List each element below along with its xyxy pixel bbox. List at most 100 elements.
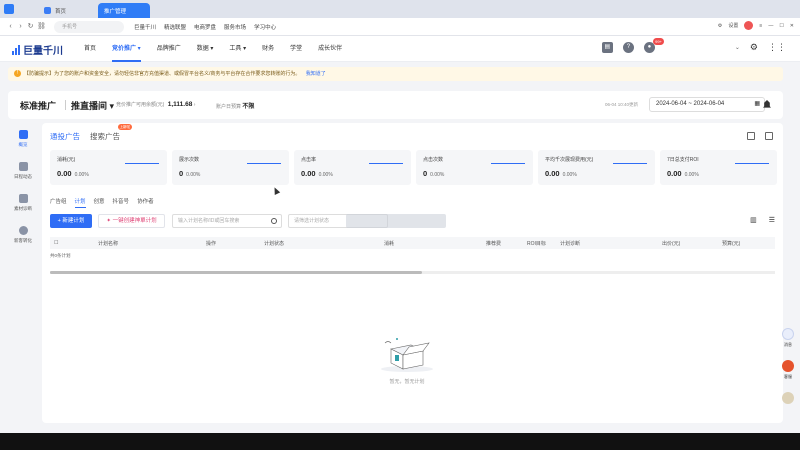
bookmark-item[interactable]: 巨量千川 (134, 23, 156, 31)
balance-info: 竞价推广可用余额(元) 1,111.68 › (116, 101, 195, 108)
fullscreen-icon[interactable] (765, 132, 773, 140)
maximize-icon[interactable]: ☐ (779, 23, 783, 29)
metric-card-cpm[interactable]: 平均千次展现费用(元) 0.00 0.00% (538, 150, 655, 185)
th-budget[interactable]: 预算(元) (722, 240, 740, 247)
float-service-button[interactable]: 客服 (780, 360, 796, 386)
notice-dismiss-link[interactable]: 我知道了 (306, 71, 326, 77)
settings-sliders-icon[interactable] (747, 132, 755, 140)
tab-label: 推广管理 (104, 8, 127, 15)
browser-tab-ad-management[interactable]: 推广管理 (98, 3, 150, 18)
help-icon[interactable]: ? (622, 42, 634, 53)
forward-icon[interactable]: › (16, 22, 25, 31)
menu-icon[interactable]: ≡ (759, 23, 762, 29)
float-message-button[interactable]: 消息 (780, 328, 796, 354)
main-panel: 通投广告 搜索广告 上新啦 消耗(元) 0.00 0.00% 展示次数 0 0.00… (42, 123, 783, 423)
th-plan-diagnosis[interactable]: 计划诊断 (560, 240, 580, 247)
menu-item-growth-partner[interactable]: 成长伙伴 (310, 36, 350, 62)
menu-item-academy[interactable]: 学堂 (282, 36, 310, 62)
reload-icon[interactable]: ↻ (26, 22, 35, 31)
sidebar-item-schedule[interactable]: 日程动态 (8, 157, 38, 189)
panel-icons (747, 132, 773, 140)
metric-pct: 0.00% (430, 172, 445, 178)
bookmark-bar: 巨量千川 精选联盟 电商罗盘 服务市场 学习中心 (134, 23, 276, 31)
tab-douyin-account[interactable]: 抖音号 (113, 197, 130, 205)
sidebar-item-material-diagnosis[interactable]: 素材诊断 (8, 189, 38, 221)
metric-card-clicks[interactable]: 点击次数 0 0.00% (416, 150, 533, 185)
bookmark-item[interactable]: 学习中心 (254, 23, 276, 31)
browser-logo-icon (4, 4, 14, 14)
bookmark-item[interactable]: 服务市场 (224, 23, 246, 31)
promotion-type-dropdown[interactable]: 推直播间 ▾ (71, 99, 114, 112)
horizontal-scrollbar[interactable] (50, 270, 775, 275)
tab-plan[interactable]: 计划 (74, 197, 86, 208)
settings-label[interactable]: 设置 (728, 22, 738, 29)
settings-icon[interactable]: ⚙ (718, 23, 722, 29)
calculator-icon[interactable]: ▤ (601, 42, 613, 53)
th-plan-name[interactable]: 计划名称 (98, 240, 118, 247)
tab-collaborator[interactable]: 协作者 (137, 197, 154, 205)
profile-icon[interactable] (744, 21, 754, 30)
select-all-checkbox[interactable]: ☐ (54, 240, 58, 246)
sidebar-item-overview[interactable]: 概览 (8, 125, 38, 157)
date-end[interactable]: 2024-06-04 (694, 101, 725, 107)
menu-item-tools[interactable]: 工具 ▾ (221, 36, 254, 62)
th-plan-status[interactable]: 计划状态 (264, 240, 284, 247)
notice-text: 【防骗提示】为了您的账户和资金安全，请勿轻信非官方充值渠道、或假冒平台名义/商务… (24, 71, 301, 77)
sparkline (613, 163, 647, 164)
plan-search-input[interactable]: 输入计划名称/ID或回车搜索 (172, 214, 282, 228)
link-icon[interactable]: ⛓ (37, 22, 46, 31)
float-assistant-button[interactable] (780, 392, 796, 418)
table-settings-icon[interactable]: ☰ (769, 216, 775, 224)
menu-item-home[interactable]: 首页 (76, 36, 104, 62)
th-roi-target[interactable]: ROI目标 (527, 240, 546, 247)
message-icon (782, 328, 794, 340)
close-icon[interactable]: ✕ (790, 23, 794, 29)
chevron-right-icon[interactable]: › (194, 102, 196, 108)
sidebar-item-new-customer[interactable]: 新客转化 (8, 221, 38, 253)
th-recommend[interactable]: 推荐费 (486, 240, 501, 247)
bookmark-item[interactable]: 电商罗盘 (194, 23, 216, 31)
notification-icon[interactable]: ● 99+ (643, 38, 664, 53)
columns-icon[interactable]: ▥ (750, 216, 757, 224)
tab-general-ads[interactable]: 通投广告 (50, 131, 80, 142)
th-cost[interactable]: 消耗 (384, 240, 394, 247)
menu-item-data[interactable]: 数据 ▾ (189, 36, 222, 62)
menu-item-bidding-promotion[interactable]: 竞价推广 ▾ (104, 36, 149, 62)
tab-creative[interactable]: 创意 (94, 197, 105, 205)
date-start[interactable]: 2024-06-04 (656, 101, 687, 107)
minimize-icon[interactable]: — (768, 23, 773, 29)
new-badge: 上新啦 (117, 124, 132, 130)
th-bid[interactable]: 出价(元) (662, 240, 680, 247)
menu-item-finance[interactable]: 财务 (254, 36, 282, 62)
back-icon[interactable]: ‹ (6, 22, 15, 31)
budget-value[interactable]: 不限 (242, 104, 254, 110)
metric-pct: 0.00% (318, 172, 333, 178)
gear-icon[interactable]: ⚙ (750, 42, 758, 53)
metric-label: 消耗(元) (57, 157, 76, 163)
refresh-timestamp[interactable]: 06-04 10:40更新 (605, 102, 638, 108)
search-icon[interactable] (271, 218, 277, 224)
empty-box-illustration (377, 333, 437, 373)
balance-label: 竞价推广可用余额(元) (116, 102, 165, 108)
metric-card-ctr[interactable]: 点击率 0.00 0.00% (294, 150, 411, 185)
bookmark-item[interactable]: 精选联盟 (164, 23, 186, 31)
table-total-count: 共0条计划 (50, 253, 71, 258)
sparkline (125, 163, 159, 164)
new-plan-button[interactable]: + 新建计划 (50, 214, 92, 228)
tab-ad-group[interactable]: 广告组 (50, 197, 67, 205)
browser-tab-home[interactable]: 首页 (38, 3, 98, 18)
apps-grid-icon[interactable]: ⋮⋮ (768, 42, 786, 53)
qianchuan-logo[interactable]: 巨量千川 (12, 42, 63, 57)
metric-card-impressions[interactable]: 展示次数 0 0.00% (172, 150, 289, 185)
account-dropdown-icon[interactable]: ⌄ (735, 44, 740, 51)
sidebar-item-label: 概览 (18, 142, 28, 147)
scrollbar-thumb[interactable] (50, 271, 422, 274)
metric-card-roi[interactable]: 7日总支付ROI 0.00 0.00% (660, 150, 777, 185)
menu-item-brand-promotion[interactable]: 品牌推广 (149, 36, 189, 62)
date-range-picker[interactable]: 2024-06-04 ~ 2024-06-04 ▦ (649, 97, 765, 112)
metric-card-cost[interactable]: 消耗(元) 0.00 0.00% (50, 150, 167, 185)
user-icon (18, 226, 28, 235)
tab-search-ads[interactable]: 搜索广告 上新啦 (90, 124, 132, 142)
quick-create-plan-button[interactable]: ✦ 一键创建神單计划 (98, 214, 165, 228)
url-input[interactable]: 手机号 (54, 21, 124, 33)
